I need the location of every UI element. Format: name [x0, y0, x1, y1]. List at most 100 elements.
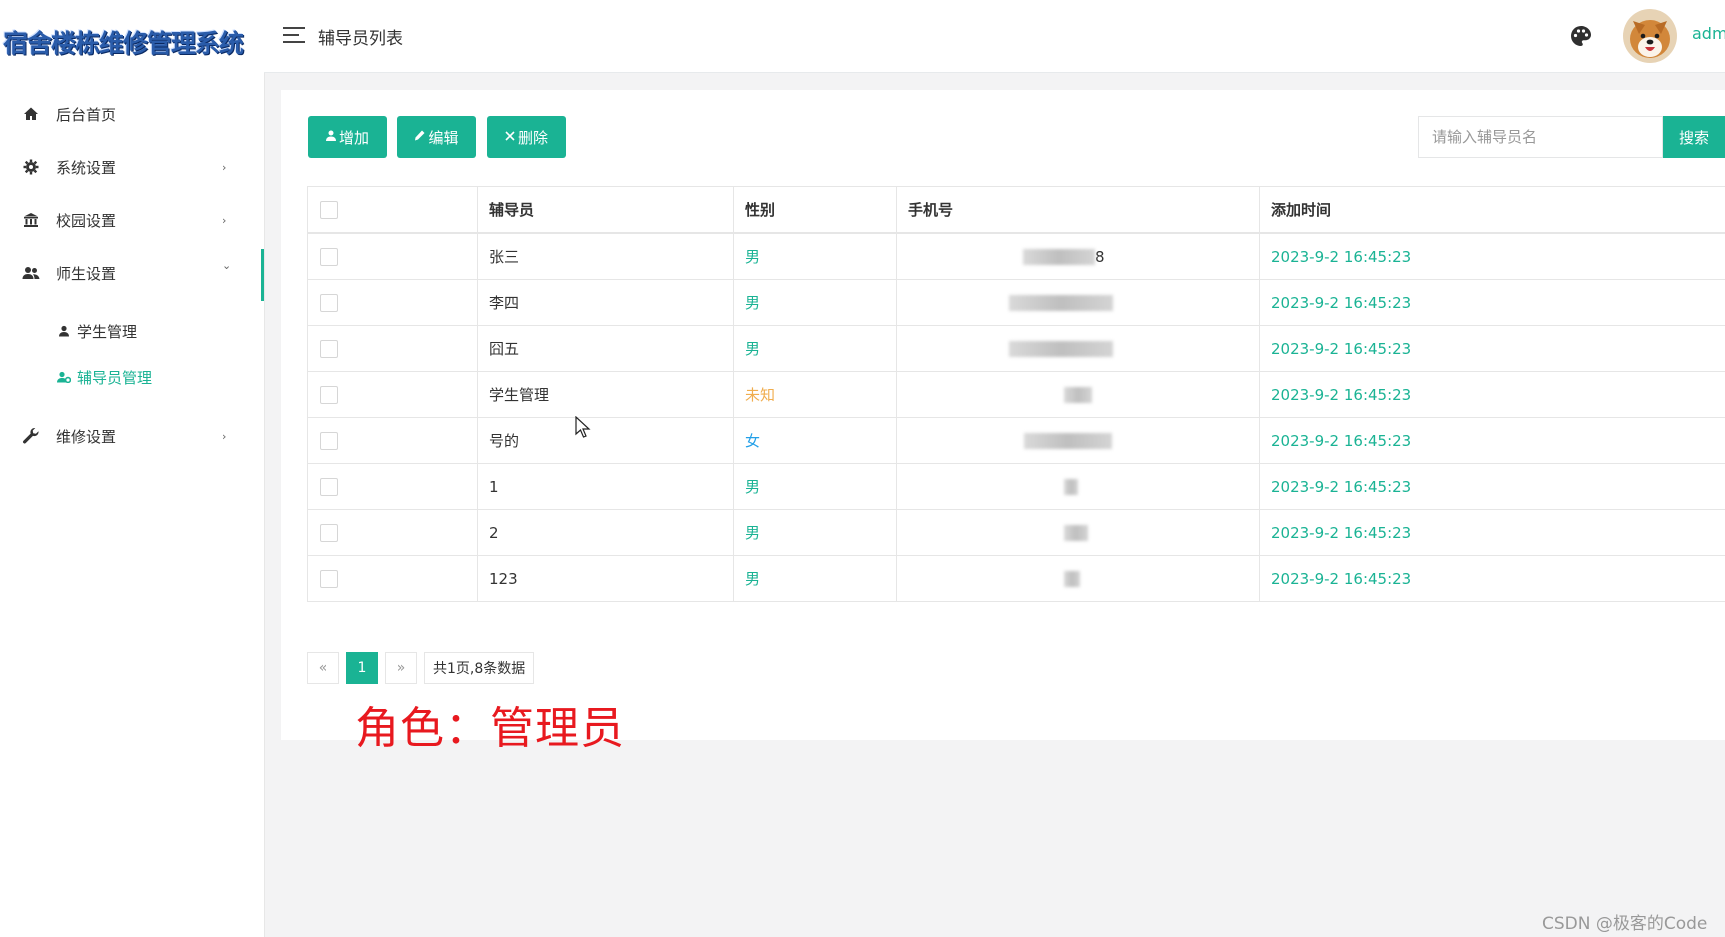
page-1-button[interactable]: 1 — [346, 652, 378, 684]
sidebar-item-system-settings[interactable]: 系统设置 › — [0, 144, 264, 190]
sidebar-item-label: 师生设置 — [56, 264, 117, 283]
sidebar-item-label: 维修设置 — [56, 427, 117, 446]
added-time: 2023-9-2 16:45:23 — [1259, 555, 1725, 602]
table-row[interactable]: 号的 女 2023-9-2 16:45:23 — [307, 417, 1725, 464]
row-select-cell — [307, 509, 478, 556]
phone — [896, 417, 1260, 464]
sidebar-subitem-counselor-management[interactable]: 辅导员管理 — [0, 359, 264, 395]
app-logo[interactable]: 宿舍楼栋维修管理系统 — [0, 18, 264, 68]
sidebar-subitem-student-management[interactable]: 学生管理 — [0, 313, 264, 349]
row-checkbox[interactable] — [320, 523, 338, 542]
table-row[interactable]: 李四 男 2023-9-2 16:45:23 — [307, 279, 1725, 326]
added-time: 2023-9-2 16:45:23 — [1259, 279, 1725, 326]
redacted-phone — [1064, 387, 1092, 403]
row-checkbox[interactable] — [320, 339, 338, 358]
column-header-name[interactable]: 辅导员 — [477, 186, 734, 234]
search-input[interactable] — [1418, 116, 1663, 158]
row-checkbox[interactable] — [320, 431, 338, 450]
wrench-icon — [20, 425, 42, 447]
counselor-name: 囧五 — [477, 325, 734, 372]
phone — [896, 463, 1260, 510]
chevron-down-icon: ⌄ — [222, 259, 232, 272]
avatar[interactable] — [1623, 9, 1677, 63]
row-select-cell — [307, 279, 478, 326]
mouse-cursor-icon — [575, 415, 591, 438]
counselor-name: 123 — [477, 555, 734, 602]
gender: 女 — [733, 417, 897, 464]
next-page-button[interactable]: » — [385, 652, 417, 684]
counselor-name: 李四 — [477, 279, 734, 326]
redacted-phone — [1064, 525, 1088, 541]
table-row[interactable]: 1 男 2023-9-2 16:45:23 — [307, 463, 1725, 510]
select-all-cell — [307, 186, 478, 234]
delete-button[interactable]: 删除 — [487, 116, 566, 158]
delete-button-label: 删除 — [517, 128, 548, 147]
phone — [896, 555, 1260, 602]
gender: 未知 — [733, 371, 897, 418]
gender: 男 — [733, 509, 897, 556]
bank-icon — [20, 209, 42, 231]
counselor-table: 辅导员 性别 手机号 添加时间 张三 男 8 2023-9-2 16:45:23… — [307, 186, 1725, 602]
added-time: 2023-9-2 16:45:23 — [1259, 232, 1725, 280]
phone-visible-digits: 8 — [1095, 247, 1105, 266]
pagination: « 1 » 共1页,8条数据 — [307, 652, 535, 684]
select-all-checkbox[interactable] — [320, 200, 338, 219]
edit-button-label: 编辑 — [428, 128, 459, 147]
search-button[interactable]: 搜索 — [1663, 116, 1725, 158]
row-select-cell — [307, 417, 478, 464]
sidebar-item-teacher-student-settings[interactable]: 师生设置 ⌄ — [0, 249, 264, 301]
row-select-cell — [307, 463, 478, 510]
table-row[interactable]: 学生管理 未知 2023-9-2 16:45:23 — [307, 371, 1725, 418]
row-checkbox[interactable] — [320, 247, 338, 266]
sidebar-item-label: 后台首页 — [56, 105, 117, 124]
redacted-phone — [1009, 341, 1113, 357]
gender: 男 — [733, 232, 897, 280]
redacted-phone — [1023, 249, 1095, 265]
row-checkbox[interactable] — [320, 569, 338, 588]
sidebar-item-repair-settings[interactable]: 维修设置 › — [0, 413, 264, 459]
page-title: 辅导员列表 — [318, 29, 403, 49]
table-row[interactable]: 囧五 男 2023-9-2 16:45:23 — [307, 325, 1725, 372]
counselor-name: 1 — [477, 463, 734, 510]
table-row[interactable]: 张三 男 8 2023-9-2 16:45:23 — [307, 232, 1725, 280]
gender: 男 — [733, 555, 897, 602]
counselor-name: 张三 — [477, 232, 734, 280]
column-header-gender[interactable]: 性别 — [733, 186, 897, 234]
sidebar-subitem-label: 辅导员管理 — [77, 368, 153, 387]
added-time: 2023-9-2 16:45:23 — [1259, 417, 1725, 464]
user-name[interactable]: adm — [1692, 24, 1725, 43]
close-icon — [505, 130, 515, 145]
sidebar-item-campus-settings[interactable]: 校园设置 › — [0, 197, 264, 243]
prev-page-button[interactable]: « — [307, 652, 339, 684]
column-header-added[interactable]: 添加时间 — [1259, 186, 1725, 234]
column-header-phone[interactable]: 手机号 — [896, 186, 1260, 234]
table-row[interactable]: 2 男 2023-9-2 16:45:23 — [307, 509, 1725, 556]
edit-button[interactable]: 编辑 — [397, 116, 476, 158]
gender: 男 — [733, 325, 897, 372]
gender: 男 — [733, 279, 897, 326]
main-panel: 增加 编辑 删除 搜索 辅导员 性别 手机号 添加时间 — [281, 90, 1725, 740]
top-bar: 辅导员列表 adm — [264, 0, 1725, 73]
phone — [896, 371, 1260, 418]
phone: 8 — [896, 232, 1260, 280]
table-header-row: 辅导员 性别 手机号 添加时间 — [307, 186, 1725, 234]
sidebar-item-home[interactable]: 后台首页 — [0, 91, 264, 137]
sidebar-subitem-label: 学生管理 — [77, 322, 138, 341]
phone — [896, 509, 1260, 556]
redacted-phone — [1064, 479, 1078, 495]
added-time: 2023-9-2 16:45:23 — [1259, 509, 1725, 556]
row-checkbox[interactable] — [320, 385, 338, 404]
add-button[interactable]: 增加 — [308, 116, 387, 158]
counselor-name: 2 — [477, 509, 734, 556]
redacted-phone — [1009, 295, 1113, 311]
redacted-phone — [1064, 571, 1080, 587]
redacted-phone — [1024, 433, 1112, 449]
menu-toggle-icon[interactable] — [283, 27, 305, 43]
row-checkbox[interactable] — [320, 477, 338, 496]
table-row[interactable]: 123 男 2023-9-2 16:45:23 — [307, 555, 1725, 602]
added-time: 2023-9-2 16:45:23 — [1259, 371, 1725, 418]
row-checkbox[interactable] — [320, 293, 338, 312]
theme-palette-icon[interactable] — [1569, 24, 1593, 48]
added-time: 2023-9-2 16:45:23 — [1259, 463, 1725, 510]
added-time: 2023-9-2 16:45:23 — [1259, 325, 1725, 372]
